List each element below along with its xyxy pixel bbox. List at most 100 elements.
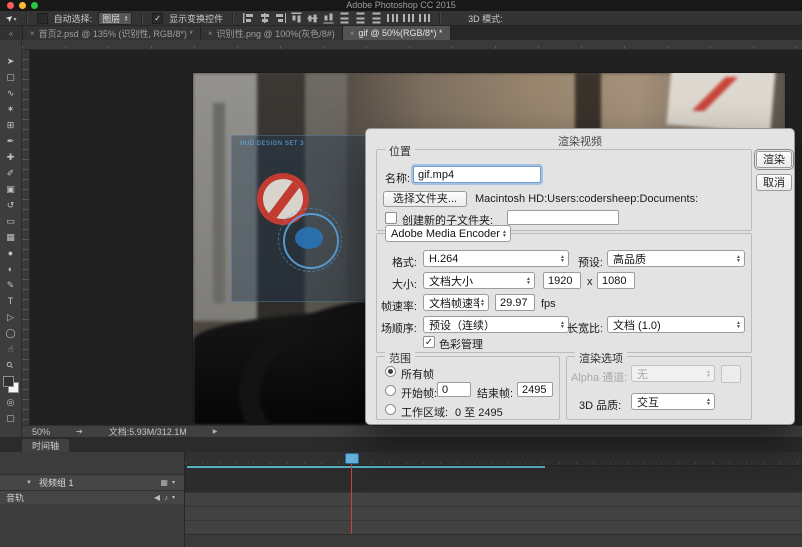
tab-document-2[interactable]: × 识别性.png @ 100%(灰色/8#)	[201, 26, 343, 40]
auto-select-checkbox[interactable]	[37, 13, 48, 24]
tab-label: 首页2.psd @ 135% (识别性, RGB/8*) *	[39, 27, 193, 40]
3d-quality-select[interactable]: 交互	[631, 393, 715, 410]
close-icon[interactable]: ×	[208, 29, 213, 38]
format-select[interactable]: H.264	[423, 250, 569, 267]
timeline-panel-tab[interactable]: 时间轴	[22, 439, 69, 452]
align-vertical-centers-icon[interactable]	[308, 13, 318, 24]
status-menu-arrow-icon[interactable]: ▶	[213, 428, 218, 435]
start-frame-radio[interactable]	[385, 385, 396, 396]
pen-tool[interactable]: ✎	[0, 277, 21, 293]
framerate-select[interactable]: 文档帧速率	[423, 294, 489, 311]
lasso-tool[interactable]: ∿	[0, 85, 21, 101]
hand-tool[interactable]: ☝	[0, 341, 21, 357]
distribute-vertical-centers-icon[interactable]	[356, 13, 366, 24]
show-transform-label: 显示变换控件	[169, 12, 223, 25]
start-frame-input[interactable]	[437, 382, 471, 397]
distribute-horizontal-centers-icon[interactable]	[403, 13, 414, 23]
clone-stamp-tool[interactable]: ▣	[0, 181, 21, 197]
quick-mask-button[interactable]: ◎	[0, 394, 21, 410]
width-input[interactable]	[543, 272, 581, 289]
hud-circle-graphic	[283, 213, 339, 269]
end-frame-input[interactable]	[517, 382, 553, 397]
crop-tool[interactable]: ⊞	[0, 117, 21, 133]
close-icon[interactable]: ×	[350, 29, 355, 38]
blur-tool[interactable]: ●	[0, 245, 21, 261]
size-value: 文档大小	[429, 273, 525, 289]
color-manage-checkbox[interactable]	[423, 336, 435, 348]
timeline-playback-controls	[0, 452, 184, 475]
select-arrows-icon	[559, 321, 566, 329]
align-horizontal-centers-icon[interactable]	[259, 13, 270, 23]
ellipse-shape-tool[interactable]: ◯	[0, 325, 21, 341]
tab-document-1[interactable]: × 首页2.psd @ 135% (识别性, RGB/8*) *	[23, 26, 201, 40]
field-order-select[interactable]: 预设（连续）	[423, 316, 569, 333]
distribute-bottom-edges-icon[interactable]	[372, 13, 382, 24]
height-input[interactable]	[597, 272, 635, 289]
move-tool[interactable]: ➤	[0, 53, 21, 69]
name-input[interactable]	[413, 166, 541, 183]
dodge-tool-icon: ◐	[8, 264, 13, 274]
status-flow-icon: ➔	[76, 427, 83, 436]
options-bar: ➤▾ 自动选择: 图层 ✓ 显示变换控件 3D 模式:	[0, 11, 802, 26]
auto-select-target-select[interactable]: 图层	[98, 12, 132, 25]
timeline-time-ruler[interactable]	[185, 452, 802, 466]
align-top-edges-icon[interactable]	[292, 13, 302, 24]
size-select[interactable]: 文档大小	[423, 272, 535, 289]
create-subfolder-checkbox[interactable]	[385, 212, 397, 224]
3d-quality-label: 3D 品质:	[579, 397, 621, 413]
audio-track-row[interactable]: 音轨 ◀ ♪ ▾	[0, 491, 184, 504]
collapse-panel-chevron-icon[interactable]: «	[0, 26, 23, 40]
choose-folder-button[interactable]: 选择文件夹...	[383, 191, 467, 207]
aspect-select[interactable]: 文档 (1.0)	[607, 316, 745, 333]
collapse-group-icon[interactable]: ▼	[26, 480, 32, 486]
zoom-tool[interactable]: ⚲	[0, 357, 21, 373]
align-right-edges-icon[interactable]	[275, 13, 286, 23]
cancel-button[interactable]: 取消	[756, 174, 792, 191]
distribute-left-edges-icon[interactable]	[387, 13, 398, 23]
dodge-tool[interactable]: ◐	[0, 261, 21, 277]
work-area-radio[interactable]	[385, 404, 396, 415]
encoder-select[interactable]: Adobe Media Encoder	[385, 225, 511, 242]
eyedropper-tool[interactable]: ✒	[0, 133, 21, 149]
foreground-color-swatch[interactable]	[3, 376, 14, 387]
render-button[interactable]: 渲染	[756, 151, 792, 168]
spot-healing-brush-tool[interactable]: ✚	[0, 149, 21, 165]
eraser-tool[interactable]: ▭	[0, 213, 21, 229]
align-bottom-edges-icon[interactable]	[324, 13, 334, 24]
preset-select[interactable]: 高品质	[607, 250, 745, 267]
alpha-matte-box	[721, 365, 741, 383]
distribute-top-edges-icon[interactable]	[340, 13, 350, 24]
chevron-down-icon[interactable]: ▾	[172, 479, 175, 486]
speaker-icon[interactable]: ◀	[154, 493, 160, 502]
align-left-edges-icon[interactable]	[243, 13, 254, 23]
close-icon[interactable]: ×	[30, 29, 35, 38]
end-frame-label: 结束帧:	[477, 385, 513, 401]
track-filmstrip-icon[interactable]: ▦	[160, 478, 168, 487]
tab-document-3-active[interactable]: × gif @ 50%(RGB/8*) *	[343, 26, 451, 40]
music-note-icon[interactable]: ♪	[164, 493, 168, 502]
preset-label: 预设:	[571, 254, 603, 270]
type-tool[interactable]: T	[0, 293, 21, 309]
distribute-right-edges-icon[interactable]	[419, 13, 430, 23]
subfolder-name-input[interactable]	[507, 210, 619, 225]
gradient-tool[interactable]: ▦	[0, 229, 21, 245]
clone-stamp-tool-icon: ▣	[6, 184, 15, 195]
rectangular-marquee-tool[interactable]: ▢	[0, 69, 21, 85]
color-swatches[interactable]	[3, 376, 19, 393]
work-area-indicator[interactable]	[187, 466, 545, 468]
playhead-handle[interactable]	[345, 453, 359, 464]
fps-input[interactable]	[495, 294, 535, 311]
magic-wand-tool[interactable]: ✶	[0, 101, 21, 117]
screen-mode-button[interactable]: ▢	[0, 410, 21, 426]
zoom-level[interactable]: 50%	[32, 427, 50, 437]
brush-tool[interactable]: ✐	[0, 165, 21, 181]
chevron-down-icon[interactable]: ▾	[172, 494, 175, 501]
all-frames-label: 所有帧	[401, 366, 434, 382]
all-frames-radio[interactable]	[385, 366, 396, 377]
show-transform-checkbox[interactable]: ✓	[152, 13, 163, 24]
video-group-row[interactable]: ▼ 视频组 1 ▦ ▾	[0, 475, 184, 491]
select-arrows-icon	[124, 15, 128, 21]
path-selection-tool[interactable]: ▷	[0, 309, 21, 325]
divider	[26, 13, 28, 24]
history-brush-tool[interactable]: ↺	[0, 197, 21, 213]
